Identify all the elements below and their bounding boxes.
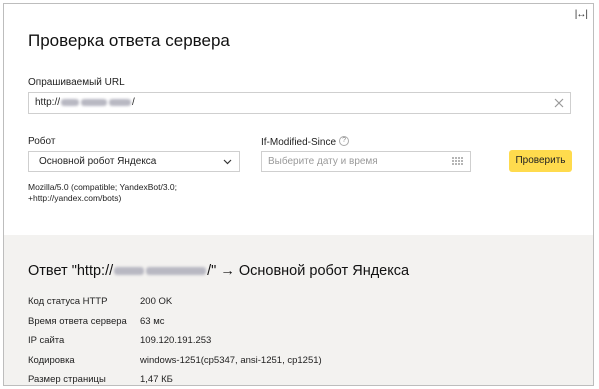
help-icon[interactable]: ?	[339, 136, 350, 146]
result-title: Ответ "http:// /" → Основной робот Яндекс…	[28, 263, 409, 279]
user-agent-text: Mozilla/5.0 (compatible; YandexBot/3.0; …	[28, 182, 177, 204]
calendar-icon[interactable]	[452, 157, 464, 167]
result-value: 1,47 КБ	[140, 374, 173, 385]
date-time-input[interactable]: Выберите дату и время	[261, 151, 471, 172]
url-value-suffix: /	[132, 97, 135, 108]
redacted-text	[146, 267, 207, 276]
robot-selected-value: Основной робот Яндекса	[39, 156, 157, 167]
url-input[interactable]: http:// /	[28, 92, 571, 114]
result-key: Размер страницы	[28, 374, 106, 385]
user-agent-line: +http://yandex.com/bots)	[28, 193, 122, 203]
result-value: 63 мс	[140, 315, 165, 327]
server-response-checker-panel: |↔| Проверка ответа сервера Опрашиваемый…	[3, 3, 594, 386]
results-section: Ответ "http:// /" → Основной робот Яндекс…	[4, 235, 593, 385]
user-agent-line: Mozilla/5.0 (compatible; YandexBot/3.0;	[28, 182, 177, 192]
redacted-text	[81, 98, 108, 106]
result-key: Кодировка	[28, 354, 75, 366]
chevron-down-icon	[223, 159, 232, 165]
result-title-suffix: /" → Основной робот Яндекса	[207, 263, 410, 279]
if-modified-since-label-text: If-Modified-Since	[261, 137, 337, 148]
result-value: 200 OK	[140, 296, 173, 307]
result-title-prefix: Ответ "http://	[28, 263, 114, 279]
check-button[interactable]: Проверить	[509, 150, 572, 172]
result-value: windows-1251(cp5347, ansi-1251, cp1251)	[140, 354, 322, 366]
result-value: 109.120.191.253	[140, 335, 212, 346]
url-value-prefix: http://	[35, 97, 61, 108]
result-key: IP сайта	[28, 335, 65, 346]
url-label: Опрашиваемый URL	[28, 77, 125, 88]
redacted-text	[114, 267, 145, 276]
redacted-text	[61, 98, 80, 106]
result-key: Код статуса HTTP	[28, 296, 108, 307]
expand-icon[interactable]: |↔|	[575, 9, 588, 20]
clear-icon[interactable]	[553, 97, 565, 109]
robot-select[interactable]: Основной робот Яндекса	[28, 151, 240, 172]
date-time-placeholder: Выберите дату и время	[268, 156, 378, 167]
result-key: Время ответа сервера	[28, 315, 127, 327]
if-modified-since-label: If-Modified-Since?	[261, 136, 350, 148]
redacted-text	[109, 98, 132, 106]
robot-label: Робот	[28, 136, 56, 147]
page-title: Проверка ответа сервера	[28, 31, 230, 50]
